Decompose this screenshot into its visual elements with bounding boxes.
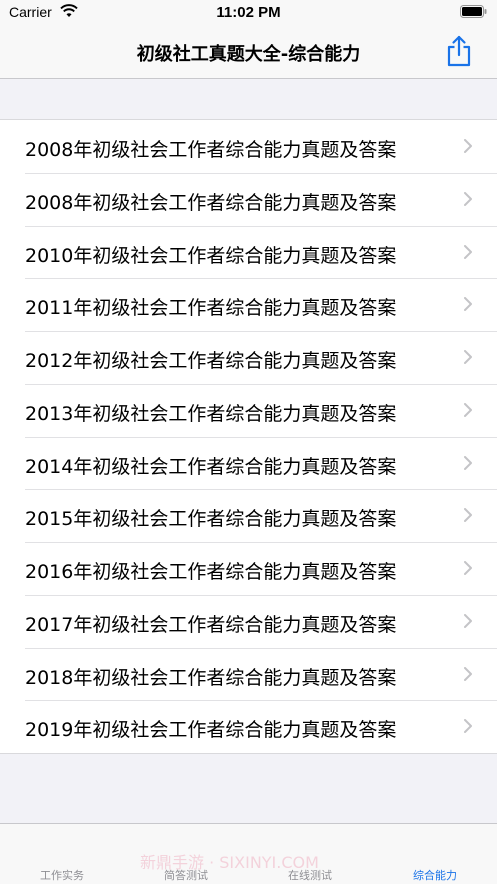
list-item[interactable]: 2014年初级社会工作者综合能力真题及答案 [0, 436, 497, 490]
tab-label: 简答测试 [164, 869, 208, 882]
tab-work-practice[interactable]: 工作实务 [0, 824, 124, 884]
list-item[interactable]: 2018年初级社会工作者综合能力真题及答案 [0, 647, 497, 701]
chevron-right-icon [464, 719, 472, 734]
tab-comprehensive-ability[interactable]: 综合能力 [373, 824, 497, 884]
chevron-right-icon [464, 139, 472, 153]
list-item-label: 2014年初级社会工作者综合能力真题及答案 [25, 455, 397, 478]
list-item-label: 2018年初级社会工作者综合能力真题及答案 [25, 666, 397, 689]
share-icon[interactable] [445, 34, 473, 68]
list-item-label: 2012年初级社会工作者综合能力真题及答案 [25, 350, 397, 372]
list-item-label: 2019年初级社会工作者综合能力真题及答案 [25, 719, 397, 742]
chevron-right-icon [464, 508, 472, 523]
list-item-label: 2013年初级社会工作者综合能力真题及答案 [25, 402, 397, 425]
chevron-right-icon [464, 561, 472, 575]
list-item[interactable]: 2017年初级社会工作者综合能力真题及答案 [0, 594, 497, 648]
chevron-right-icon [464, 191, 472, 206]
chevron-right-icon [464, 297, 472, 312]
chevron-right-icon [464, 244, 472, 259]
clock: 11:02 PM [216, 4, 281, 21]
tab-online-test[interactable]: 在线测试 [248, 824, 372, 884]
navigation-bar: 初级社工真题大全-综合能力 [0, 26, 497, 79]
tab-short-answer[interactable]: 简答测试 [124, 824, 248, 884]
chevron-right-icon [464, 455, 472, 470]
list-item[interactable]: 2010年初级社会工作者综合能力真题及答案 [0, 225, 497, 279]
list-item[interactable]: 2008年初级社会工作者综合能力真题及答案 [0, 120, 497, 173]
list-item-label: 2017年初级社会工作者综合能力真题及答案 [25, 613, 397, 636]
list-item[interactable]: 2019年初级社会工作者综合能力真题及答案 [0, 700, 497, 753]
tab-label: 在线测试 [288, 869, 332, 882]
tab-label: 工作实务 [40, 869, 84, 882]
battery-icon [460, 5, 487, 18]
list-item[interactable]: 2015年初级社会工作者综合能力真题及答案 [0, 489, 497, 542]
list-item[interactable]: 2011年初级社会工作者综合能力真题及答案 [0, 278, 497, 331]
list-item[interactable]: 2013年初级社会工作者综合能力真题及答案 [0, 383, 497, 437]
status-bar: Carrier 11:02 PM [0, 0, 497, 26]
exam-list: 2008年初级社会工作者综合能力真题及答案 2008年初级社会工作者综合能力真题及… [0, 119, 497, 754]
list-item-label: 2011年初级社会工作者综合能力真题及答案 [25, 297, 397, 320]
list-item-label: 2015年初级社会工作者综合能力真题及答案 [25, 508, 397, 531]
chevron-right-icon [464, 613, 472, 628]
list-item-label: 2008年初级社会工作者综合能力真题及答案 [25, 139, 397, 161]
list-item[interactable]: 2016年初级社会工作者综合能力真题及答案 [0, 542, 497, 595]
page-title: 初级社工真题大全-综合能力 [136, 44, 361, 65]
list-item[interactable]: 2012年初级社会工作者综合能力真题及答案 [0, 331, 497, 384]
tab-bar: 新鼎手游 · SIXINYI.COM 工作实务 简答测试 在线测试 综合能力 [0, 823, 497, 884]
list-item-label: 2008年初级社会工作者综合能力真题及答案 [25, 191, 397, 214]
list-item-label: 2016年初级社会工作者综合能力真题及答案 [25, 561, 397, 583]
list-item-label: 2010年初级社会工作者综合能力真题及答案 [25, 244, 397, 267]
list-item[interactable]: 2008年初级社会工作者综合能力真题及答案 [0, 172, 497, 226]
tab-label: 综合能力 [413, 869, 457, 882]
chevron-right-icon [464, 666, 472, 681]
chevron-right-icon [464, 402, 472, 417]
chevron-right-icon [464, 350, 472, 364]
